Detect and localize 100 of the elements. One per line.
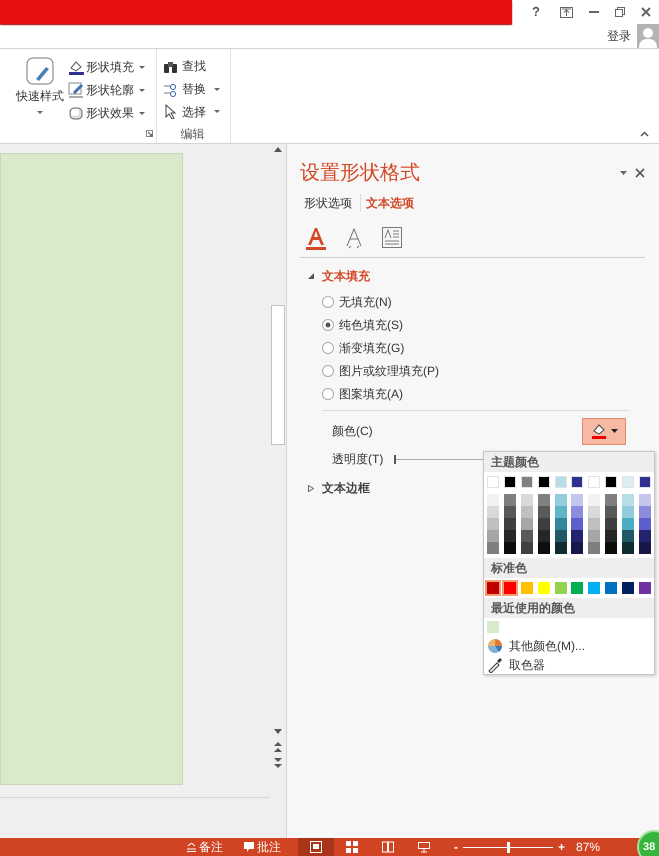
quick-styles-button[interactable]: 快速样式 [14,57,66,114]
color-swatch[interactable] [571,494,584,506]
color-swatch[interactable] [588,518,600,530]
comments-button[interactable]: 批注 [244,838,281,856]
shape-command-button[interactable]: 形状填充 [68,57,145,77]
close-icon[interactable] [635,168,645,178]
scroll-up-icon[interactable] [274,147,282,152]
color-swatch[interactable] [504,542,516,554]
menu-item[interactable]: 其他颜色(M)... [484,636,654,655]
menu-item[interactable]: 取色器 [484,655,654,674]
edit-command-button[interactable]: 查找 [163,55,230,78]
color-swatch[interactable] [538,518,550,530]
color-swatch[interactable] [554,476,566,488]
color-swatch[interactable] [538,530,550,542]
notes-button[interactable]: 备注 [187,838,223,856]
color-swatch[interactable] [554,582,566,594]
ribbon-display-icon[interactable] [560,6,573,18]
color-swatch[interactable] [554,518,566,530]
color-swatch[interactable] [622,530,634,542]
pane-options-icon[interactable] [620,171,627,175]
color-swatch[interactable] [622,494,634,506]
section-header[interactable]: 文本填充 [300,266,370,286]
color-swatch[interactable] [487,518,499,530]
zoom-level[interactable]: 87% [576,838,600,856]
color-swatch[interactable] [622,542,634,554]
color-swatch[interactable] [605,494,618,506]
color-swatch[interactable] [588,506,600,518]
zoom-out-button[interactable]: - [454,838,458,856]
color-swatch[interactable] [571,542,584,554]
color-swatch[interactable] [504,506,516,518]
next-slide-icon[interactable] [274,758,282,768]
color-swatch[interactable] [605,542,618,554]
color-swatch[interactable] [538,542,550,554]
color-swatch[interactable] [487,582,499,594]
color-swatch[interactable] [638,476,651,488]
shape-command-button[interactable]: 形状效果 [68,103,145,123]
color-swatch[interactable] [622,582,634,594]
zoom-in-button[interactable]: + [558,838,566,856]
text-box-icon[interactable] [382,227,402,250]
radio-button[interactable] [322,319,334,331]
color-swatch[interactable] [554,506,566,518]
color-swatch[interactable] [588,530,600,542]
color-swatch[interactable] [520,582,533,594]
color-swatch[interactable] [520,530,533,542]
minimize-icon[interactable] [588,11,599,13]
radio-button[interactable] [322,296,334,308]
color-swatch[interactable] [520,494,533,506]
color-swatch[interactable] [622,518,634,530]
color-swatch[interactable] [605,506,618,518]
color-swatch[interactable] [487,542,499,554]
color-swatch[interactable] [571,518,584,530]
dialog-launcher-icon[interactable] [146,130,153,137]
color-swatch[interactable] [638,582,651,594]
color-swatch[interactable] [571,476,584,488]
color-swatch[interactable] [588,582,600,594]
color-swatch[interactable] [487,621,499,633]
color-swatch[interactable] [638,494,651,506]
color-swatch[interactable] [520,542,533,554]
color-swatch[interactable] [605,582,618,594]
color-swatch[interactable] [487,476,499,488]
color-swatch[interactable] [520,506,533,518]
text-fill-icon[interactable] [306,227,326,250]
close-icon[interactable] [640,7,651,17]
color-swatch[interactable] [554,494,566,506]
radio-button[interactable] [322,388,334,400]
color-swatch[interactable] [487,506,499,518]
radio-button[interactable] [322,342,334,354]
edit-command-button[interactable]: 替换 [163,78,230,100]
view-button[interactable] [298,838,334,856]
collapse-ribbon-icon[interactable] [640,131,649,137]
color-swatch[interactable] [588,476,600,488]
color-swatch[interactable] [622,476,634,488]
sign-in-link[interactable]: 登录 [607,27,631,45]
color-swatch[interactable] [554,530,566,542]
color-swatch[interactable] [504,530,516,542]
color-swatch[interactable] [538,506,550,518]
color-swatch[interactable] [638,518,651,530]
help-button[interactable]: ? [528,2,544,22]
color-swatch[interactable] [622,506,634,518]
color-swatch[interactable] [638,530,651,542]
color-swatch[interactable] [638,542,651,554]
edit-command-button[interactable]: 选择 [163,100,230,124]
color-swatch[interactable] [504,476,516,488]
section-header[interactable]: 文本边框 [300,478,370,498]
zoom-slider[interactable] [463,842,553,852]
color-swatch[interactable] [605,530,618,542]
options-tab[interactable]: 文本选项 [360,194,414,212]
color-swatch[interactable] [504,518,516,530]
color-swatch[interactable] [520,476,533,488]
color-swatch[interactable] [554,542,566,554]
color-swatch[interactable] [520,518,533,530]
color-swatch[interactable] [538,494,550,506]
color-swatch[interactable] [538,476,550,488]
text-outline-icon[interactable] [344,227,364,250]
color-swatch[interactable] [571,506,584,518]
options-tab[interactable]: 形状选项 [300,194,360,212]
font-color-button[interactable] [582,418,626,444]
color-swatch[interactable] [605,476,618,488]
color-swatch[interactable] [538,582,550,594]
color-swatch[interactable] [638,506,651,518]
